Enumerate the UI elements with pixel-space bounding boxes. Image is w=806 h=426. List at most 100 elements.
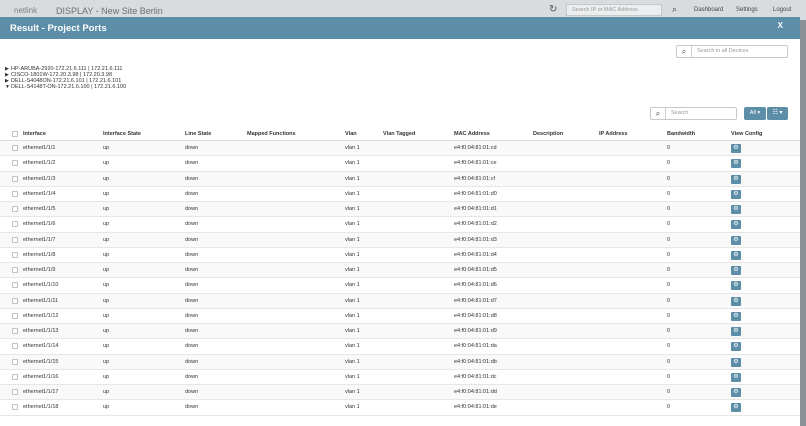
view-config-button[interactable]: ⚙ <box>731 296 741 306</box>
col-line-state[interactable]: Line State <box>185 131 211 137</box>
cell-interface-state: up <box>103 251 110 258</box>
columns-dropdown[interactable]: ☷ ▾ <box>767 107 788 120</box>
row-checkbox[interactable] <box>12 404 18 411</box>
cell-interface: ethernet1/1/17 <box>23 389 59 395</box>
cell-mac-address: e4:f0:04:81:01:d9 <box>454 328 497 334</box>
cell-vlan: vlan 1 <box>345 175 360 182</box>
nav-dashboard[interactable]: Dashboard <box>694 7 723 13</box>
table-row: ethernet1/1/9 up down vlan 1 e4:f0:04:81:01:… <box>0 263 800 279</box>
view-config-button[interactable]: ⚙ <box>731 342 741 352</box>
table-row: ethernet1/1/3 up down vlan 1 e4:f0:04:81:01:… <box>0 171 800 187</box>
gear-icon: ⚙ <box>733 282 739 289</box>
cell-line-state: down <box>185 145 199 151</box>
cell-interface-state: up <box>103 267 110 273</box>
view-config-button[interactable]: ⚙ <box>731 174 741 184</box>
cell-vlan: vlan 1 <box>345 328 360 334</box>
col-interface[interactable]: Interface <box>23 131 46 137</box>
global-search-icon[interactable]: ⌕ <box>672 4 677 15</box>
col-interface-state[interactable]: Interface State <box>103 131 141 137</box>
nav-settings[interactable]: Settings <box>736 7 758 13</box>
cell-interface: ethernet1/1/16 <box>23 373 59 380</box>
view-config-button[interactable]: ⚙ <box>731 266 741 275</box>
view-config-button[interactable]: ⚙ <box>731 144 741 153</box>
row-checkbox[interactable] <box>12 312 18 319</box>
col-description[interactable]: Description <box>533 131 563 137</box>
table-row: ethernet1/1/8 up down vlan 1 e4:f0:04:81:01:… <box>0 248 800 263</box>
cell-line-state: down <box>185 221 199 228</box>
view-config-button[interactable]: ⚙ <box>731 281 741 291</box>
view-config-button[interactable]: ⚙ <box>731 220 741 230</box>
row-checkbox[interactable] <box>12 160 18 167</box>
table-row: ethernet1/1/14 up down vlan 1 e4:f0:04:81:01… <box>0 339 800 355</box>
view-config-button[interactable]: ⚙ <box>731 205 741 214</box>
nav-logout[interactable]: Logout <box>773 7 791 13</box>
view-config-button[interactable]: ⚙ <box>731 250 741 260</box>
table-row: ethernet1/1/18 up down vlan 1 e4:f0:04:81:01… <box>0 400 800 416</box>
row-checkbox[interactable] <box>12 282 18 289</box>
row-checkbox[interactable] <box>12 221 18 228</box>
view-config-button[interactable]: ⚙ <box>731 372 741 382</box>
cell-vlan: vlan 1 <box>345 221 360 228</box>
cell-interface: ethernet1/1/11 <box>23 297 59 304</box>
cell-vlan: vlan 1 <box>345 343 360 350</box>
cell-interface: ethernet1/1/15 <box>23 358 59 365</box>
cell-vlan: vlan 1 <box>345 206 360 212</box>
view-config-button[interactable]: ⚙ <box>731 327 741 336</box>
row-checkbox[interactable] <box>12 145 18 151</box>
device-item[interactable]: ▼DELL-S4148T-ON-172.21.6.100 | 172.21.6.… <box>5 84 126 90</box>
cell-interface: ethernet1/1/9 <box>23 267 56 273</box>
cell-interface: ethernet1/1/14 <box>23 343 59 350</box>
table-row: ethernet1/1/11 up down vlan 1 e4:f0:04:81:01… <box>0 293 800 309</box>
row-checkbox[interactable] <box>12 190 18 197</box>
cell-line-state: down <box>185 373 199 380</box>
view-config-button[interactable]: ⚙ <box>731 388 741 397</box>
device-search-input[interactable]: ⌕ Search in all Devices <box>676 45 788 58</box>
refresh-icon[interactable]: ↻ <box>549 4 557 15</box>
row-checkbox[interactable] <box>12 236 18 243</box>
view-config-button[interactable]: ⚙ <box>731 159 741 169</box>
table-search-input[interactable]: ⌕ Search <box>650 107 737 120</box>
row-checkbox[interactable] <box>12 389 18 395</box>
row-checkbox[interactable] <box>12 343 18 350</box>
row-checkbox[interactable] <box>12 206 18 212</box>
view-config-button[interactable]: ⚙ <box>731 189 741 199</box>
cell-mac-address: e4:f0:04:81:01:da <box>454 343 497 350</box>
cell-bandwidth: 0 <box>667 373 671 380</box>
row-checkbox[interactable] <box>12 328 18 334</box>
col-vlan[interactable]: Vlan <box>345 131 357 137</box>
cell-bandwidth: 0 <box>667 328 671 334</box>
view-config-button[interactable]: ⚙ <box>731 235 741 245</box>
cell-bandwidth: 0 <box>667 160 671 167</box>
cell-interface-state: up <box>103 389 110 395</box>
col-vlan-tagged[interactable]: Vlan Tagged <box>383 131 415 137</box>
close-button[interactable]: X <box>778 21 783 30</box>
cell-bandwidth: 0 <box>667 206 671 212</box>
table-row: ethernet1/1/2 up down vlan 1 e4:f0:04:81:01:… <box>0 156 800 172</box>
cell-line-state: down <box>185 358 199 365</box>
view-config-button[interactable]: ⚙ <box>731 403 741 413</box>
device-tree: ▶ HP-ARUBA-2920-172.21.6.111 | 172.21.6.1… <box>5 66 126 90</box>
row-checkbox[interactable] <box>12 251 18 258</box>
row-checkbox[interactable] <box>12 175 18 182</box>
col-ip-address[interactable]: IP Address <box>599 131 627 137</box>
cell-vlan: vlan 1 <box>345 267 360 273</box>
row-checkbox[interactable] <box>12 373 18 380</box>
col-mapped-functions[interactable]: Mapped Functions <box>247 131 296 137</box>
cell-vlan: vlan 1 <box>345 404 360 411</box>
view-config-button[interactable]: ⚙ <box>731 357 741 367</box>
select-all-checkbox[interactable] <box>12 131 18 137</box>
row-checkbox[interactable] <box>12 358 18 365</box>
cell-mac-address: e4:f0:04:81:01:dc <box>454 373 497 380</box>
cell-interface: ethernet1/1/7 <box>23 236 56 243</box>
row-checkbox[interactable] <box>12 297 18 304</box>
filter-all-dropdown[interactable]: All ▾ <box>744 107 766 120</box>
gear-icon: ⚙ <box>733 297 739 304</box>
col-bandwidth[interactable]: Bandwidth <box>667 131 695 137</box>
view-config-button[interactable]: ⚙ <box>731 311 741 321</box>
cell-interface-state: up <box>103 373 110 380</box>
cell-vlan: vlan 1 <box>345 251 360 258</box>
col-mac-address[interactable]: MAC Address <box>454 131 490 137</box>
cell-bandwidth: 0 <box>667 297 671 304</box>
global-search-input[interactable]: Search IP or MAC Address <box>566 4 662 16</box>
row-checkbox[interactable] <box>12 267 18 273</box>
